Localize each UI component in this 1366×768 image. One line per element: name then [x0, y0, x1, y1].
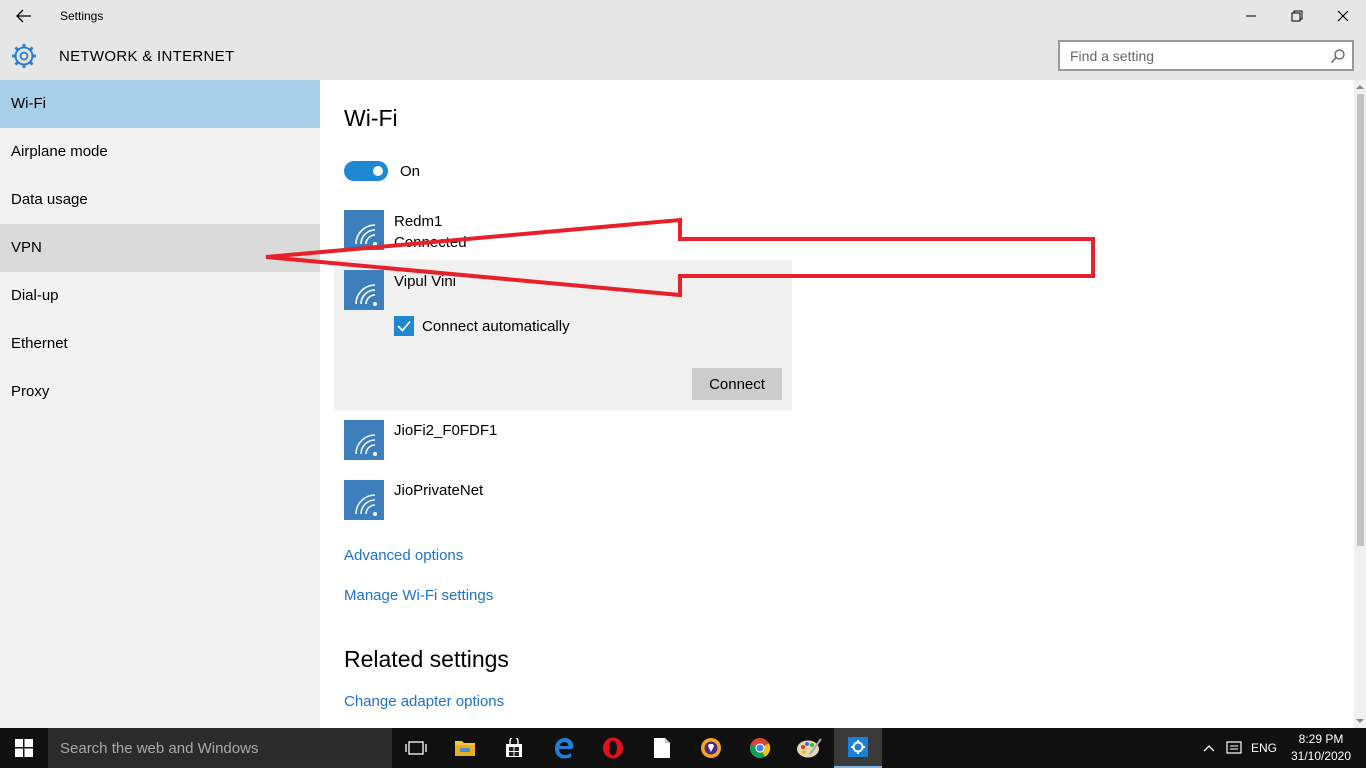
title-bar: Settings: [0, 0, 1366, 32]
network-tile-jioprivatenet[interactable]: [344, 480, 384, 520]
sidebar-item-proxy[interactable]: Proxy: [0, 368, 320, 416]
notepad-icon: [654, 738, 670, 758]
section-title: Wi-Fi: [344, 105, 398, 131]
taskbar-clock[interactable]: 8:29 PM 31/10/2020: [1284, 731, 1358, 765]
file-explorer-icon: [455, 741, 475, 756]
language-indicator[interactable]: ENG: [1248, 728, 1280, 768]
task-view-button[interactable]: [392, 728, 440, 768]
opera-icon: [603, 737, 623, 759]
toggle-label: On: [400, 163, 421, 180]
scrollbar[interactable]: [1354, 80, 1366, 728]
window-title: Settings: [60, 9, 104, 23]
connect-automatically-label: Connect automatically: [422, 318, 570, 335]
taskbar-search[interactable]: Search the web and Windows: [48, 728, 392, 768]
sidebar-item-ethernet[interactable]: Ethernet: [0, 320, 320, 368]
minimize-icon: [1246, 15, 1256, 17]
manage-wifi-settings-link[interactable]: Manage Wi-Fi settings: [344, 587, 493, 604]
settings-taskbar-button[interactable]: [834, 728, 882, 768]
chrome-button[interactable]: [736, 728, 784, 768]
store-icon: [506, 738, 522, 757]
wifi-signal-icon: [355, 224, 377, 246]
wifi-signal-icon: [355, 434, 377, 456]
page-header: NETWORK & INTERNET: [0, 32, 1366, 80]
show-hidden-icons-button[interactable]: [1198, 728, 1220, 768]
network-tile-vipul-vini[interactable]: [344, 270, 384, 310]
network-tile-jiofi2[interactable]: [344, 420, 384, 460]
settings-icon: [848, 737, 868, 757]
action-center-icon: [1226, 741, 1242, 754]
sidebar-item-airplane-mode[interactable]: Airplane mode: [0, 128, 320, 176]
paint-button[interactable]: [785, 728, 833, 768]
wifi-signal-icon: [355, 494, 377, 516]
notifications-button[interactable]: [1222, 728, 1246, 768]
sidebar-item-vpn[interactable]: VPN: [0, 224, 320, 272]
chevron-up-icon: [1203, 745, 1215, 752]
related-settings-title: Related settings: [344, 646, 509, 672]
network-name: Vipul Vini: [394, 273, 456, 290]
notepad-button[interactable]: [638, 728, 686, 768]
connect-automatically-checkbox[interactable]: [394, 316, 414, 336]
page-title: NETWORK & INTERNET: [59, 48, 235, 65]
sidebar: Wi-Fi Airplane mode Data usage VPN Dial-…: [0, 80, 320, 728]
chrome-icon: [749, 738, 771, 759]
sidebar-item-wifi[interactable]: Wi-Fi: [0, 80, 320, 128]
windows-logo-icon: [15, 739, 33, 757]
scroll-up-icon[interactable]: [1356, 83, 1364, 91]
close-icon: [1337, 10, 1349, 22]
network-status: Connected: [394, 234, 467, 251]
search-box[interactable]: [1058, 40, 1354, 71]
close-button[interactable]: [1320, 0, 1366, 32]
brave-icon: [701, 738, 721, 758]
clock-time: 8:29 PM: [1298, 732, 1344, 746]
network-tile-redm1[interactable]: [344, 210, 384, 250]
scroll-down-icon[interactable]: [1356, 717, 1364, 725]
scroll-thumb[interactable]: [1357, 94, 1364, 546]
edge-button[interactable]: [540, 728, 588, 768]
connect-button[interactable]: Connect: [692, 368, 782, 400]
brave-button[interactable]: [687, 728, 735, 768]
minimize-button[interactable]: [1228, 0, 1274, 32]
search-icon[interactable]: [1330, 48, 1346, 64]
store-button[interactable]: [490, 728, 538, 768]
clock-date: 31/10/2020: [1290, 749, 1352, 763]
wifi-signal-icon: [355, 284, 377, 306]
advanced-options-link[interactable]: Advanced options: [344, 547, 463, 564]
edge-icon: [555, 738, 574, 759]
wifi-toggle[interactable]: [344, 161, 388, 181]
network-name: Redm1: [394, 213, 443, 230]
task-view-icon: [405, 741, 427, 755]
toggle-knob: [373, 166, 383, 176]
restore-icon: [1291, 10, 1303, 22]
opera-button[interactable]: [589, 728, 637, 768]
restore-button[interactable]: [1274, 0, 1320, 32]
back-arrow-icon: [16, 9, 31, 23]
back-button[interactable]: [8, 4, 40, 28]
gear-icon: [12, 44, 36, 68]
search-input[interactable]: [1060, 42, 1320, 69]
paint-icon: [797, 738, 822, 758]
start-button[interactable]: [0, 728, 48, 768]
network-name: JioFi2_F0FDF1: [394, 422, 498, 439]
taskbar-search-text: Search the web and Windows: [60, 740, 259, 757]
change-adapter-options-link[interactable]: Change adapter options: [344, 693, 504, 710]
checkmark-icon: [397, 320, 411, 332]
network-name: JioPrivateNet: [394, 482, 484, 499]
sidebar-item-data-usage[interactable]: Data usage: [0, 176, 320, 224]
file-explorer-button[interactable]: [441, 728, 489, 768]
sidebar-item-dial-up[interactable]: Dial-up: [0, 272, 320, 320]
taskbar: Search the web and Windows ENG 8:29 PM 3…: [0, 728, 1366, 768]
